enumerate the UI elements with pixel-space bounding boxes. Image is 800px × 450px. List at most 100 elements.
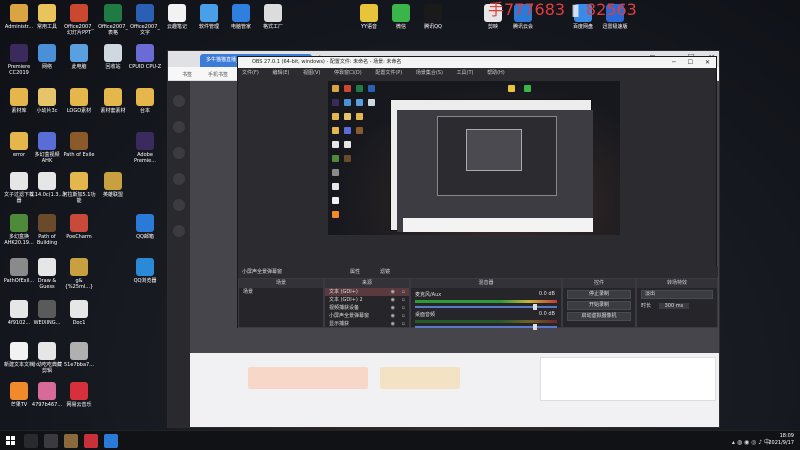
desktop-icon[interactable]: 此电脑	[62, 44, 96, 70]
desktop-icon[interactable]: 回收站	[96, 44, 130, 70]
desktop-icon[interactable]: 网易云音乐	[62, 382, 96, 408]
task-view-icon[interactable]	[24, 434, 38, 448]
menu-scene-collection[interactable]: 场景集合(S)	[416, 70, 443, 76]
system-tray[interactable]: ▴ ◍ ◉ ◎ ♪ 中	[732, 437, 770, 446]
menu-docks[interactable]: 停靠窗口(D)	[334, 70, 362, 76]
desktop-icon[interactable]: 3.14.0c(1.3...)	[30, 172, 65, 198]
wechat-icon	[392, 4, 410, 22]
eye-icon[interactable]: ◉	[391, 312, 395, 320]
close-button[interactable]: ✕	[705, 59, 710, 66]
desktop-icon[interactable]: 软件管理	[192, 4, 226, 30]
desktop-icon[interactable]: 台本	[128, 88, 162, 114]
desktop-icon[interactable]: 阿拉斯加5.1功能	[62, 172, 96, 204]
menu-tools[interactable]: 工具(T)	[457, 70, 474, 76]
desktop-icon[interactable]: 常用工具	[30, 4, 64, 30]
desktop-icon[interactable]: WEIXING...	[30, 300, 64, 326]
sidebar-button[interactable]	[173, 121, 185, 133]
desktop-icon[interactable]: 英雄联盟	[96, 172, 130, 198]
mini-icon	[356, 113, 363, 120]
clock[interactable]: 18:09 2021/9/17	[768, 433, 794, 447]
source-item[interactable]: 文本 (GDI+) ◉ ▫	[325, 288, 409, 296]
chat-input-panel[interactable]	[540, 357, 716, 401]
menu-help[interactable]: 帮助(H)	[487, 70, 505, 76]
desktop-icon[interactable]: Draw & Guess	[30, 258, 64, 290]
eye-icon[interactable]: ◉	[391, 296, 395, 304]
mobile-bookmarks-link[interactable]: 手机书签	[208, 71, 228, 78]
desktop-icon[interactable]: QQ邮箱	[128, 214, 162, 240]
preview-nested-bar	[403, 218, 593, 232]
netease-taskbar-icon[interactable]	[84, 434, 98, 448]
obs-taskbar-icon[interactable]	[44, 434, 58, 448]
explorer-taskbar-icon[interactable]	[64, 434, 78, 448]
eye-icon[interactable]: ◉	[391, 320, 395, 328]
filters-button[interactable]: 滤镜	[380, 267, 390, 277]
desktop-icon[interactable]: 51e7bba7...	[62, 342, 96, 368]
menu-file[interactable]: 文件(F)	[242, 70, 259, 76]
desktop-icon[interactable]: 电脑管家	[224, 4, 258, 30]
gift-banner[interactable]	[248, 367, 368, 389]
sidebar-button[interactable]	[173, 199, 185, 211]
gift-banner[interactable]	[380, 367, 460, 389]
desktop-icon[interactable]: Path of Building	[30, 214, 64, 246]
volume-slider[interactable]	[415, 324, 557, 330]
menu-edit[interactable]: 编辑(E)	[272, 70, 289, 76]
source-item[interactable]: 显示捕获 ◉ ▫	[325, 320, 409, 328]
browser-taskbar-icon[interactable]	[104, 434, 118, 448]
bookmarks-link[interactable]: 书签	[182, 71, 192, 78]
desktop-icon[interactable]: LOGO素材	[62, 88, 96, 114]
transition-type-select[interactable]: 淡出	[641, 290, 713, 299]
desktop-icon[interactable]: Office2007_表格	[96, 4, 130, 36]
desktop-icon[interactable]: Office2007_幻灯片PPT	[62, 4, 96, 36]
lock-icon[interactable]: ▫	[402, 304, 405, 312]
scene-item[interactable]: 场景	[239, 288, 323, 296]
sidebar-button[interactable]	[173, 147, 185, 159]
maximize-button[interactable]: ☐	[688, 59, 693, 66]
app-icon	[70, 214, 88, 232]
sidebar-button[interactable]	[173, 225, 185, 237]
sidebar-button[interactable]	[173, 95, 185, 107]
desktop-icon[interactable]: 小幼片3c	[30, 88, 64, 114]
desktop-icon[interactable]: CPUID CPU-Z	[128, 44, 162, 70]
desktop-icon[interactable]: 格式工厂	[256, 4, 290, 30]
start-recording-button[interactable]: 开始录制	[567, 301, 631, 310]
mini-icon	[332, 197, 339, 204]
minimize-button[interactable]: ─	[672, 59, 676, 66]
desktop-icon[interactable]: Path of Exile	[62, 132, 96, 158]
start-virtual-camera-button[interactable]: 启动虚拟摄像机	[567, 312, 631, 321]
duration-input[interactable]: 300 ms	[658, 303, 690, 309]
eye-icon[interactable]: ◉	[391, 288, 395, 296]
desktop-icon[interactable]: Office2007_文字	[128, 4, 162, 36]
desktop-icon[interactable]: YY语音	[352, 4, 386, 30]
lock-icon[interactable]: ▫	[402, 312, 405, 320]
mini-icon	[344, 127, 351, 134]
windows-start-icon[interactable]	[6, 436, 15, 445]
obs-preview-canvas[interactable]	[328, 81, 620, 235]
sources-header: 来源	[325, 279, 409, 288]
desktop-icon[interactable]: 4797b467...	[30, 382, 64, 408]
source-item[interactable]: 文本 (GDI+) 2 ◉ ▫	[325, 296, 409, 304]
source-item[interactable]: 小屏声全景弹幕窗 ◉ ▫	[325, 312, 409, 320]
eye-icon[interactable]: ◉	[391, 304, 395, 312]
desktop-icon[interactable]: QQ浏览器	[128, 258, 162, 284]
desktop-icon[interactable]: Adobe Premie...	[128, 132, 162, 164]
desktop-icon[interactable]: 素材套素材	[96, 88, 130, 114]
lock-icon[interactable]: ▫	[402, 288, 405, 296]
lock-icon[interactable]: ▫	[402, 320, 405, 328]
menu-view[interactable]: 视图(V)	[303, 70, 320, 76]
desktop-icon[interactable]: Doc1	[62, 300, 96, 326]
menu-profile[interactable]: 配置文件(P)	[375, 70, 402, 76]
desktop-icon[interactable]: 多幻盒视频AHK	[30, 132, 64, 164]
desktop-icon[interactable]: 小幼吃吃典藏剪辑	[30, 342, 64, 374]
desktop-icon[interactable]: g&{%25ml...}	[62, 258, 96, 290]
sidebar-button[interactable]	[173, 173, 185, 185]
stop-recording-button[interactable]: 停止录制	[567, 290, 631, 299]
desktop-icon[interactable]: 云趣笔记	[160, 4, 194, 30]
properties-button[interactable]: 属性	[350, 267, 360, 277]
desktop-icon[interactable]: PoeCharm	[62, 214, 96, 240]
desktop-icon[interactable]: 微信	[384, 4, 418, 30]
source-item[interactable]: 视频捕获设备 ◉ ▫	[325, 304, 409, 312]
preview-nested-window	[390, 99, 593, 232]
desktop-icon[interactable]: 腾讯QQ	[416, 4, 450, 30]
lock-icon[interactable]: ▫	[402, 296, 405, 304]
desktop-icon[interactable]: 网络	[30, 44, 64, 70]
